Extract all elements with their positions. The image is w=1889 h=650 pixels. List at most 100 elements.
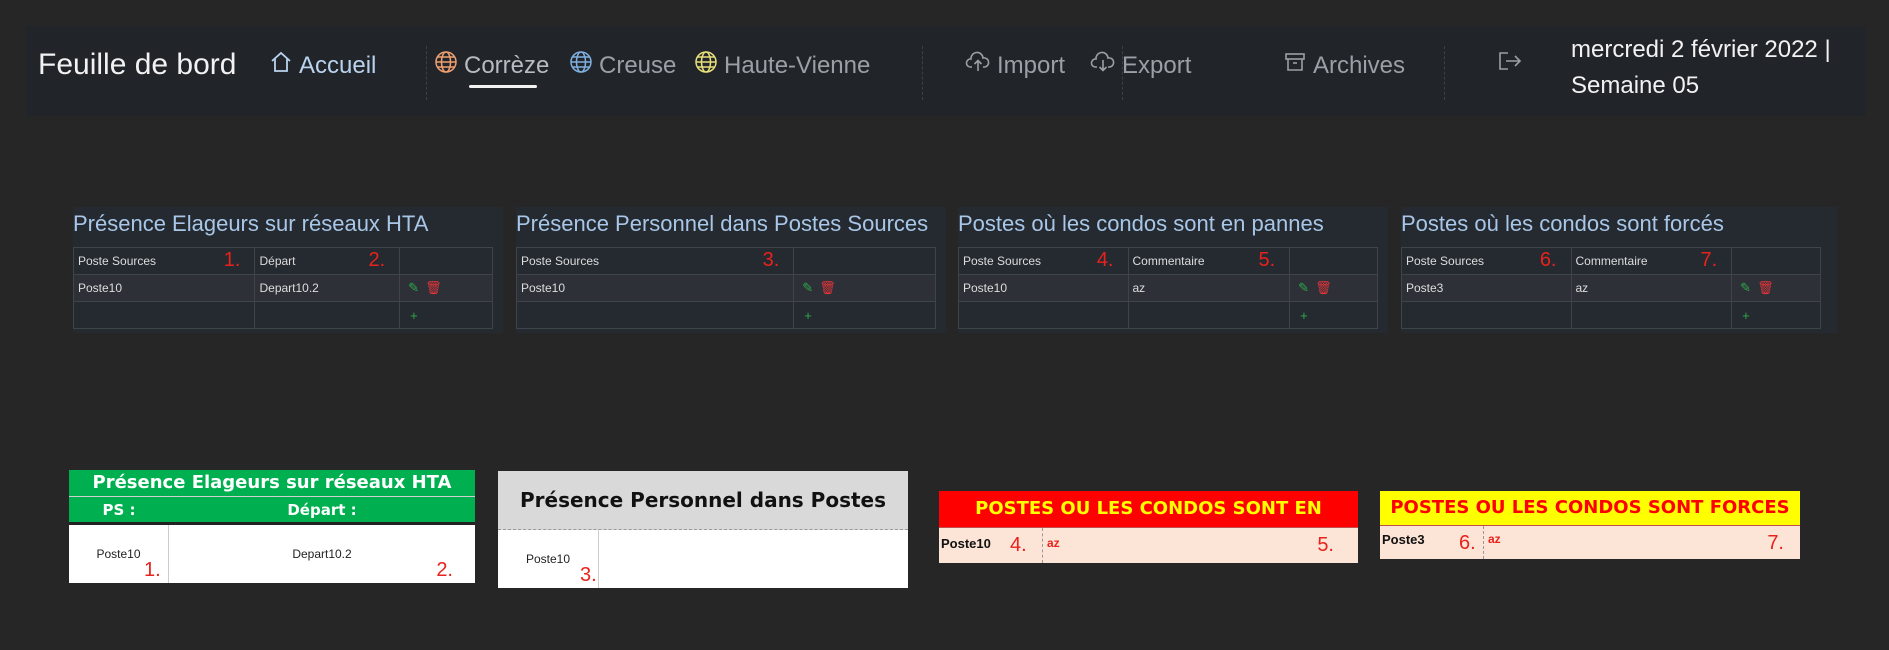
nav-separator: [1444, 46, 1445, 100]
excel-header-row: PS : Départ :: [69, 496, 475, 522]
marker: 4.: [1096, 249, 1114, 271]
nav-separator: [1122, 46, 1123, 100]
nav-region-label: Creuse: [599, 51, 677, 79]
column-header: Commentaire 5.: [1127, 247, 1291, 275]
plus-icon[interactable]: +: [804, 308, 812, 323]
excel-cell: az 7.: [1488, 532, 1784, 554]
cell-poste: Poste3: [1401, 274, 1572, 302]
nav-separator: [426, 46, 427, 100]
column-header: Départ 2.: [254, 247, 401, 275]
excel-condos-pannes: POSTES OU LES CONDOS SONT EN PANNES Post…: [939, 491, 1358, 563]
trash-icon[interactable]: 🗑: [425, 280, 442, 295]
nav-region-creuse[interactable]: Creuse: [569, 50, 676, 81]
nav-home-label: Accueil: [299, 51, 377, 79]
excel-cell: Depart10.2 2.: [292, 547, 453, 581]
nav-import-label: Import: [997, 51, 1066, 79]
pencil-icon[interactable]: ✎: [802, 280, 813, 295]
add-row: +: [72, 301, 493, 329]
excel-title: Présence Elageurs sur réseaux HTA: [69, 470, 475, 496]
table-row: Poste10 ✎ 🗑: [515, 274, 936, 302]
plus-icon[interactable]: +: [1742, 308, 1750, 323]
cell-poste: Poste10: [72, 274, 256, 302]
pencil-icon[interactable]: ✎: [1740, 280, 1751, 295]
row-actions: ✎ 🗑: [399, 274, 493, 302]
marker: 5.: [1258, 249, 1276, 271]
nav-export-label: Export: [1122, 51, 1192, 79]
actions-header: [1731, 247, 1821, 275]
nav-import[interactable]: Import: [965, 50, 1065, 81]
pencil-icon[interactable]: ✎: [1298, 280, 1309, 295]
marker: 1.: [223, 249, 241, 271]
table-row: Poste10 az ✎ 🗑: [958, 274, 1378, 302]
cloud-upload-icon: [965, 50, 991, 81]
active-tab-indicator: [469, 85, 537, 88]
trash-icon[interactable]: 🗑: [819, 280, 836, 295]
nav-archives[interactable]: Archives: [1283, 50, 1405, 81]
trash-icon[interactable]: 🗑: [1315, 280, 1332, 295]
globe-icon: [569, 50, 593, 81]
home-icon: [269, 50, 293, 81]
marker: 4.: [1010, 534, 1027, 556]
panel-title: Présence Elageurs sur réseaux HTA: [73, 211, 429, 236]
panel-table: Poste Sources 6. Commentaire 7. Poste3 az …: [1401, 247, 1821, 329]
excel-condos-forces: POSTES OU LES CONDOS SONT FORCES Poste3 …: [1380, 491, 1800, 559]
column-header: Poste Sources 3.: [515, 247, 795, 275]
brand-title[interactable]: Feuille de bord: [38, 48, 236, 82]
panel-table: Poste Sources 4. Commentaire 5. Poste10 az…: [958, 247, 1378, 329]
excel-cell: Poste3 6.: [1380, 526, 1484, 559]
excel-cell: Poste10 3.: [498, 530, 599, 588]
cell-comment: az: [1127, 274, 1291, 302]
excel-data-row: Poste10 1. Depart10.2 2.: [69, 522, 475, 583]
marker: 2.: [368, 249, 386, 271]
logout-button[interactable]: [1496, 48, 1524, 79]
excel-data-row: Poste10 4. az 5.: [939, 527, 1358, 563]
archive-icon: [1283, 50, 1307, 81]
excel-cell: Poste10 4.: [939, 528, 1043, 563]
pencil-icon[interactable]: ✎: [408, 280, 419, 295]
panel-title: Postes où les condos sont en pannes: [958, 211, 1324, 236]
plus-icon[interactable]: +: [410, 308, 418, 323]
nav-export[interactable]: Export: [1090, 50, 1191, 81]
excel-title: POSTES OU LES CONDOS SONT FORCES: [1380, 491, 1800, 525]
marker: 7.: [1767, 532, 1784, 554]
nav-archives-label: Archives: [1313, 51, 1406, 79]
globe-icon: [694, 50, 718, 81]
cell-comment: az: [1570, 274, 1733, 302]
excel-cell: Poste10 1.: [69, 525, 169, 583]
nav-region-haute-vienne[interactable]: Haute-Vienne: [694, 50, 870, 81]
add-row: +: [958, 301, 1378, 329]
panel-condos-forces: Postes où les condos sont forcés Poste S…: [1401, 207, 1837, 333]
excel-data-row: Poste3 6. az 7.: [1380, 525, 1800, 559]
excel-cell: az 5.: [1047, 534, 1334, 556]
add-row: +: [515, 301, 936, 329]
panel-table: Poste Sources 1. Départ 2. Poste10 Depart1…: [72, 247, 493, 329]
current-date: mercredi 2 février 2022 | Semaine 05: [1571, 32, 1861, 104]
nav-region-label: Corrèze: [464, 51, 550, 79]
table-row: Poste3 az ✎ 🗑: [1401, 274, 1821, 302]
nav-region-label: Haute-Vienne: [724, 51, 871, 79]
week-line: Semaine 05: [1571, 72, 1700, 99]
row-actions: ✎ 🗑: [1731, 274, 1821, 302]
cell-depart: Depart10.2: [254, 274, 401, 302]
cell-poste: Poste10: [515, 274, 795, 302]
nav-home[interactable]: Accueil: [269, 50, 376, 81]
panel-title: Postes où les condos sont forcés: [1401, 211, 1724, 236]
excel-title: POSTES OU LES CONDOS SONT EN PANNES: [939, 491, 1358, 555]
top-navbar: Feuille de bord Accueil Corrèze Creuse H…: [26, 26, 1866, 116]
table-header-row: Poste Sources 3.: [515, 247, 936, 275]
marker: 3.: [580, 564, 597, 586]
marker: 6.: [1459, 532, 1476, 554]
actions-header: [399, 247, 493, 275]
panel-personnel: Présence Personnel dans Postes Sources P…: [515, 207, 946, 333]
panel-table: Poste Sources 3. Poste10 ✎ 🗑 +: [515, 247, 936, 329]
row-actions: ✎ 🗑: [793, 274, 936, 302]
cell-poste: Poste10: [958, 274, 1129, 302]
plus-icon[interactable]: +: [1300, 308, 1308, 323]
panel-title: Présence Personnel dans Postes Sources: [516, 211, 929, 236]
row-actions: ✎ 🗑: [1289, 274, 1378, 302]
date-line: mercredi 2 février 2022 |: [1571, 36, 1831, 63]
excel-personnel: Présence Personnel dans Postes Sources P…: [498, 471, 908, 588]
trash-icon[interactable]: 🗑: [1757, 280, 1774, 295]
nav-region-correze[interactable]: Corrèze: [434, 50, 549, 81]
marker: 2.: [436, 559, 453, 581]
